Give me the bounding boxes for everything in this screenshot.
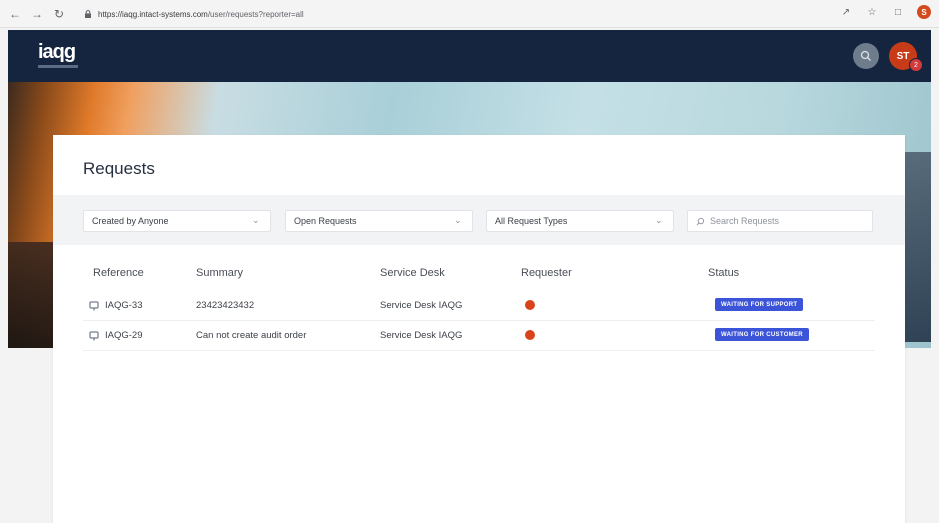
browser-profile-avatar[interactable]: S	[917, 5, 931, 19]
forward-icon[interactable]: →	[28, 5, 46, 23]
star-icon[interactable]: ☆	[865, 5, 879, 19]
column-header-reference[interactable]: Reference	[93, 267, 144, 279]
hero-decoration-left	[8, 242, 58, 348]
filter-bar: Created by Anyone ⌄ Open Requests ⌄ All …	[53, 195, 905, 245]
search-icon	[860, 50, 871, 61]
url-text: https://iaqg.intact-systems.com/user/req…	[98, 9, 304, 19]
requests-card: Requests Created by Anyone ⌄ Open Reques…	[53, 135, 905, 523]
request-service-desk: Service Desk IAQG	[380, 330, 463, 341]
page-title: Requests	[83, 159, 155, 178]
table-row[interactable]: IAQG-33 23423423432 Service Desk IAQG WA…	[83, 291, 875, 321]
share-icon[interactable]: ↗	[839, 5, 853, 19]
header-search-button[interactable]	[853, 43, 879, 69]
search-icon	[696, 217, 705, 225]
chevron-down-icon: ⌄	[252, 215, 260, 225]
column-header-requester[interactable]: Requester	[521, 267, 572, 279]
status-badge: WAITING FOR CUSTOMER	[715, 328, 809, 341]
request-reference[interactable]: IAQG-29	[105, 330, 143, 341]
request-type-icon	[89, 301, 99, 311]
column-header-status[interactable]: Status	[708, 267, 739, 279]
app-header: iaqg ST 2	[8, 30, 931, 82]
request-type-select[interactable]: All Request Types ⌄	[486, 210, 674, 232]
created-by-value: Created by Anyone	[92, 216, 169, 226]
notification-badge: 2	[909, 58, 923, 72]
reload-icon[interactable]: ↻	[50, 5, 68, 23]
logo-text: iaqg	[38, 41, 76, 63]
status-badge: WAITING FOR SUPPORT	[715, 298, 804, 311]
request-type-icon	[89, 331, 99, 341]
status-select[interactable]: Open Requests ⌄	[285, 210, 473, 232]
status-filter-value: Open Requests	[294, 216, 357, 226]
logo-underline	[38, 65, 78, 68]
request-reference[interactable]: IAQG-33	[105, 300, 143, 311]
search-input[interactable]	[710, 216, 860, 226]
back-icon[interactable]: ←	[6, 5, 24, 23]
created-by-select[interactable]: Created by Anyone ⌄	[83, 210, 271, 232]
chevron-down-icon: ⌄	[655, 215, 663, 225]
column-header-service-desk[interactable]: Service Desk	[380, 267, 445, 279]
lock-icon	[85, 10, 91, 18]
search-requests-field[interactable]	[687, 210, 873, 232]
browser-toolbar: ← → ↻ https://iaqg.intact-systems.com/us…	[0, 0, 939, 28]
requester-avatar	[525, 330, 535, 340]
requester-avatar	[525, 300, 535, 310]
chevron-down-icon: ⌄	[454, 215, 462, 225]
address-bar[interactable]: https://iaqg.intact-systems.com/user/req…	[84, 5, 824, 23]
request-summary[interactable]: 23423423432	[196, 300, 254, 311]
browser-actions: ↗ ☆ □ S	[839, 5, 931, 19]
request-summary[interactable]: Can not create audit order	[196, 330, 306, 341]
request-service-desk: Service Desk IAQG	[380, 300, 463, 311]
sidepanel-icon[interactable]: □	[891, 5, 905, 19]
iaqg-logo[interactable]: iaqg	[38, 41, 78, 68]
column-header-summary[interactable]: Summary	[196, 267, 243, 279]
request-type-value: All Request Types	[495, 216, 568, 226]
table-row[interactable]: IAQG-29 Can not create audit order Servi…	[83, 321, 875, 351]
